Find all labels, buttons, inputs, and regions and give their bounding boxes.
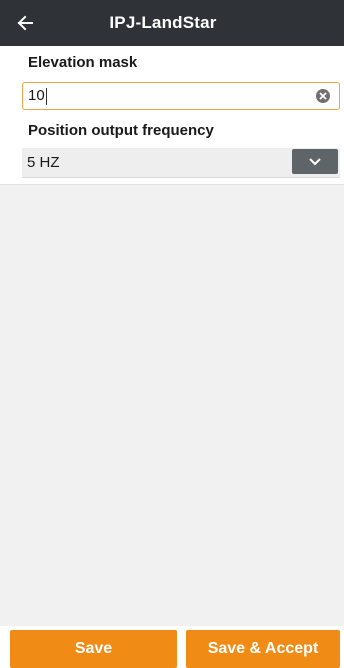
clear-input-button[interactable] <box>316 89 330 103</box>
action-bar: Save Save & Accept <box>0 626 344 668</box>
chevron-down-icon <box>309 157 321 165</box>
save-and-accept-button[interactable]: Save & Accept <box>186 630 340 668</box>
position-output-frequency-label: Position output frequency <box>28 122 214 139</box>
clear-circle-icon <box>319 92 327 100</box>
dropdown-button[interactable] <box>292 149 338 174</box>
text-caret <box>46 88 47 105</box>
app-bar: IPJ-LandStar <box>0 0 344 46</box>
elevation-mask-value: 10 <box>28 87 45 104</box>
save-button[interactable]: Save <box>10 630 177 668</box>
position-output-frequency-select[interactable]: 5 HZ <box>22 148 340 178</box>
elevation-mask-label: Elevation mask <box>28 54 138 71</box>
settings-form: Elevation mask 10 Position output freque… <box>0 46 344 184</box>
position-output-frequency-value: 5 HZ <box>27 154 60 171</box>
elevation-mask-input[interactable]: 10 <box>22 82 340 110</box>
form-divider <box>0 184 344 185</box>
app-title: IPJ-LandStar <box>109 13 217 32</box>
